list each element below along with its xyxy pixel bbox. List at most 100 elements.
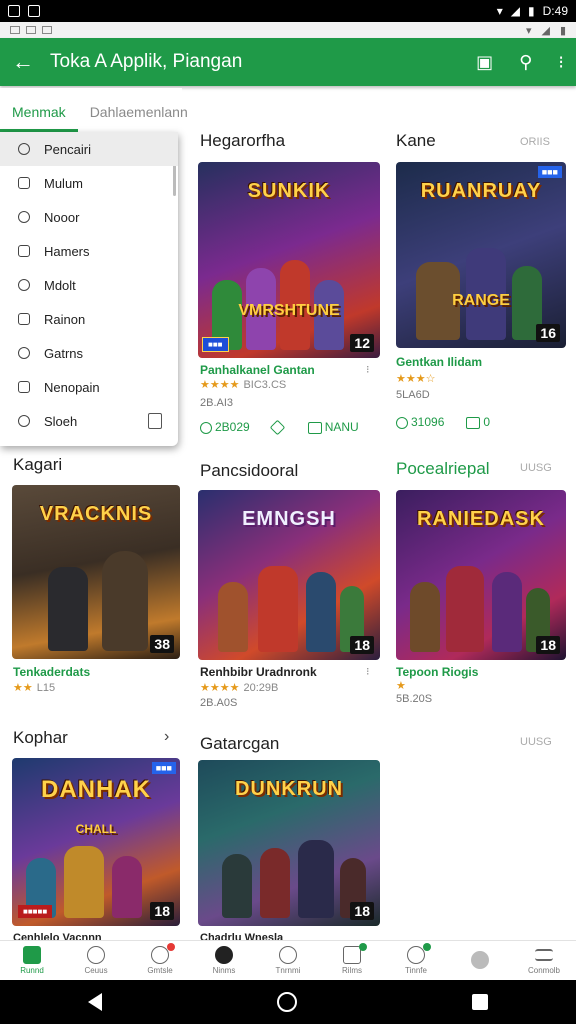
wifi-icon: ▾ (496, 4, 503, 18)
game-cover[interactable]: ■■■ DANHAK CHALL ■■■■■ 18 (12, 758, 180, 926)
age-rating-badge: 38 (150, 635, 174, 653)
nav-item-library[interactable]: Rilms (327, 943, 377, 975)
game-size: 5LA6D (396, 389, 430, 401)
game-cover[interactable]: DUNKRUN 18 (198, 760, 380, 926)
character-figure (492, 572, 522, 652)
signal-icon: ◢ (541, 24, 550, 37)
section-title: Gatarcgan (200, 734, 280, 753)
dropdown-menu: Pencairi Mulum Nooor Hamers Mdolt Rainon… (0, 132, 178, 446)
menu-item[interactable]: Hamers (0, 234, 178, 268)
game-cover[interactable]: VRACKNIS 38 (12, 485, 180, 659)
game-title[interactable]: Tepoon Riogis (396, 665, 478, 679)
see-more-link[interactable]: UUSG (520, 736, 552, 748)
character-figure (410, 582, 440, 652)
small-icon (42, 26, 52, 34)
inbox-icon (343, 946, 361, 964)
more-icon[interactable]: ⁝ (366, 363, 370, 376)
game-size: 2B.AI3 (200, 397, 234, 409)
small-icon (10, 26, 20, 34)
age-rating-badge: 16 (536, 324, 560, 342)
age-rating-badge: 18 (536, 636, 560, 654)
search-icon[interactable]: ⚲ (519, 52, 532, 73)
menu-item[interactable]: Mdolt (0, 268, 178, 302)
game-title[interactable]: Gentkan Ilidam (396, 355, 482, 369)
bag-icon (18, 381, 30, 393)
game-logo: VRACKNIS (39, 503, 153, 525)
new-badge: ■■■ (151, 762, 176, 774)
battery-icon: ▮ (528, 4, 535, 18)
game-sublogo: VMRSHTUNE (238, 302, 340, 319)
store-badge: ■■■■■ (18, 905, 53, 918)
see-more-link[interactable]: UUSG (520, 462, 552, 474)
nav-item-apps[interactable]: Gmtsle (135, 943, 185, 975)
see-more-link[interactable]: ORIIS (520, 136, 550, 148)
battery-icon: ▮ (559, 24, 566, 37)
character-figure (218, 582, 248, 652)
bookmark-icon[interactable]: ▣ (476, 52, 493, 73)
small-icon (26, 26, 36, 34)
game-logo: DANHAK (41, 776, 151, 803)
menu-item[interactable]: Rainon (0, 302, 178, 336)
box-icon (18, 245, 30, 257)
game-title[interactable]: Panhalkanel Gantan (200, 363, 315, 377)
menu-item[interactable]: Pencairi (0, 132, 178, 166)
tab-menmak[interactable]: Menmak (0, 104, 78, 132)
nav-item-menu[interactable]: Conmolb (519, 946, 569, 975)
game-logo: SUNKIK (247, 180, 331, 202)
notification-icon (8, 5, 20, 17)
game-title[interactable]: Tenkaderdats (13, 665, 90, 679)
diamond-icon (269, 419, 285, 435)
notification-dot (359, 943, 367, 951)
system-recents-icon[interactable] (472, 994, 489, 1010)
more-icon[interactable]: ⁝ (558, 52, 564, 73)
signal-icon: ◢ (510, 4, 521, 18)
age-rating-badge: 18 (350, 636, 374, 654)
menu-item[interactable]: Gatrns (0, 336, 178, 370)
rating-stars: ★★★★ 20:29B (200, 682, 279, 694)
character-figure (260, 848, 290, 918)
section-title: Kane (396, 131, 436, 150)
notification-dot (423, 943, 431, 951)
system-navigation-bar (0, 980, 576, 1024)
nav-item-updates[interactable]: Tinnfe (391, 943, 441, 975)
account-icon (151, 946, 169, 964)
game-logo: RUANRUAY (420, 180, 542, 202)
game-logo: DUNKRUN (234, 778, 344, 800)
age-rating-badge: 12 (350, 334, 374, 352)
menu-item[interactable]: Mulum (0, 166, 178, 200)
nav-item-books[interactable]: Tnrnmi (263, 946, 313, 975)
status-bar: ▾ ◢ ▮ D:49 (0, 0, 576, 22)
game-title[interactable]: Renhbibr Uradnronk (200, 665, 317, 679)
nav-item-settings[interactable] (455, 950, 505, 971)
more-icon[interactable]: ⁝ (366, 665, 370, 678)
price-tag-icon (307, 421, 322, 434)
game-sublogo: RANGE (452, 292, 510, 309)
game-logo: EMNGSH (242, 508, 336, 530)
history-icon (18, 279, 30, 291)
menu-item[interactable]: Sloeh (0, 404, 178, 438)
game-cover[interactable]: SUNKIK VMRSHTUNE ■■■ 12 (198, 162, 380, 358)
system-home-icon[interactable] (276, 992, 297, 1012)
new-badge: ■■■ (537, 166, 562, 178)
nav-item-movies[interactable]: Ninms (199, 946, 249, 975)
nav-item-home[interactable]: Runnd (7, 946, 57, 975)
folder-icon (18, 313, 30, 325)
page-title: Toka A Applik, Piangan (50, 51, 243, 72)
chevron-right-icon[interactable]: › (164, 728, 169, 746)
character-figure (298, 840, 334, 918)
nav-item-games[interactable]: Ceuus (71, 946, 121, 975)
menu-item[interactable]: Nenopain (0, 370, 178, 404)
game-cover[interactable]: RANIEDASK 18 (396, 490, 566, 660)
tab-dahlaemenlann[interactable]: Dahlaemenlann (78, 104, 200, 132)
tab-bar: Menmak Dahlaemenlann (0, 88, 188, 132)
wifi-icon: ▾ (525, 24, 532, 37)
chat-icon (407, 946, 425, 964)
character-figure (306, 572, 336, 652)
menu-item[interactable]: Nooor (0, 200, 178, 234)
system-back-icon[interactable] (87, 993, 102, 1011)
section-title: Pocealriepal (396, 459, 490, 478)
arrow-left-icon[interactable]: ← (12, 49, 40, 75)
game-cover[interactable]: ■■■ RUANRUAY RANGE 16 (396, 162, 566, 348)
download-icon (396, 416, 408, 429)
game-cover[interactable]: EMNGSH 18 (198, 490, 380, 660)
